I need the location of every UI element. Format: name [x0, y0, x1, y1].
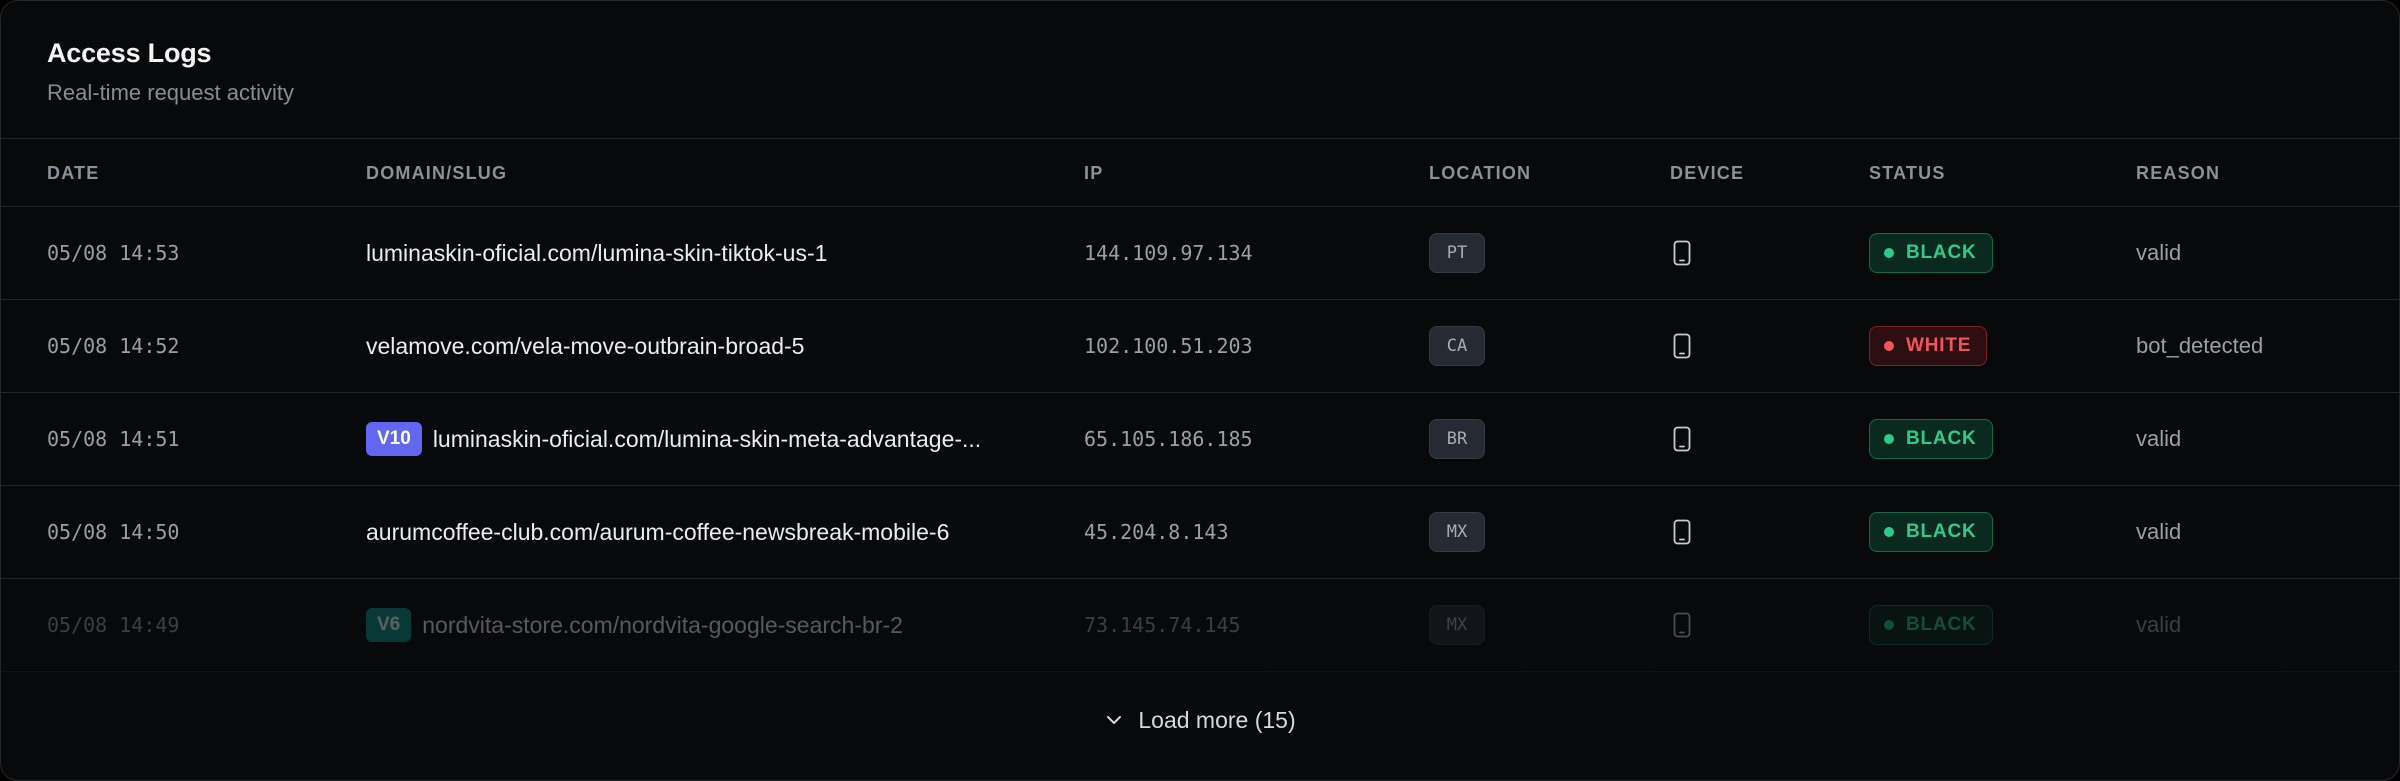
- table-row[interactable]: 05/08 14:51 V10 luminaskin-oficial.com/l…: [1, 393, 2399, 486]
- row-status-cell: BLACK: [1869, 579, 1993, 671]
- row-reason: valid: [2136, 612, 2182, 637]
- table-body: 05/08 14:53 luminaskin-oficial.com/lumin…: [1, 207, 2399, 672]
- row-domain-cell: aurumcoffee-club.com/aurum-coffee-newsbr…: [366, 486, 949, 578]
- table-row[interactable]: 05/08 14:53 luminaskin-oficial.com/lumin…: [1, 207, 2399, 300]
- table-row[interactable]: 05/08 14:52 velamove.com/vela-move-outbr…: [1, 300, 2399, 393]
- row-ip: 73.145.74.145: [1084, 613, 1241, 637]
- status-badge: BLACK: [1869, 419, 1993, 459]
- column-header-date: DATE: [47, 163, 100, 183]
- row-reason: valid: [2136, 519, 2182, 544]
- row-location-cell: MX: [1429, 579, 1485, 671]
- status-label: BLACK: [1906, 428, 1977, 449]
- row-location-cell: BR: [1429, 393, 1485, 485]
- row-domain-cell: V10 luminaskin-oficial.com/lumina-skin-m…: [366, 393, 981, 485]
- card-header: Access Logs Real-time request activity: [1, 1, 2399, 139]
- row-date: 05/08 14:49: [47, 613, 180, 637]
- row-location-cell: MX: [1429, 486, 1485, 578]
- row-device-cell: [1672, 486, 1692, 578]
- column-header-device: DEVICE: [1670, 163, 1745, 183]
- row-status-cell: WHITE: [1869, 300, 1988, 392]
- mobile-icon: [1673, 333, 1691, 359]
- row-device-cell: [1672, 300, 1692, 392]
- row-domain-cell: luminaskin-oficial.com/lumina-skin-tikto…: [366, 207, 827, 299]
- column-header-domain: DOMAIN/SLUG: [366, 163, 508, 183]
- row-domain[interactable]: velamove.com/vela-move-outbrain-broad-5: [366, 333, 804, 360]
- row-ip: 45.204.8.143: [1084, 520, 1229, 544]
- status-dot-icon: [1884, 434, 1894, 444]
- row-location-cell: PT: [1429, 207, 1485, 299]
- load-more-label: Load more (15): [1138, 706, 1296, 733]
- column-header-reason: REASON: [2136, 163, 2221, 183]
- status-badge: WHITE: [1869, 326, 1988, 366]
- row-device-cell: [1672, 579, 1692, 671]
- status-badge: BLACK: [1869, 512, 1993, 552]
- row-ip: 144.109.97.134: [1084, 241, 1253, 265]
- row-reason: valid: [2136, 426, 2182, 451]
- row-ip: 102.100.51.203: [1084, 334, 1253, 358]
- status-dot-icon: [1884, 527, 1894, 537]
- row-domain[interactable]: luminaskin-oficial.com/lumina-skin-tikto…: [366, 240, 827, 267]
- status-label: WHITE: [1906, 335, 1972, 356]
- status-dot-icon: [1884, 620, 1894, 630]
- row-domain[interactable]: luminaskin-oficial.com/lumina-skin-meta-…: [433, 426, 981, 453]
- mobile-icon: [1673, 426, 1691, 452]
- row-status-cell: BLACK: [1869, 486, 1993, 578]
- row-domain-cell: V6 nordvita-store.com/nordvita-google-se…: [366, 579, 903, 671]
- table-row[interactable]: 05/08 14:50 aurumcoffee-club.com/aurum-c…: [1, 486, 2399, 579]
- status-label: BLACK: [1906, 614, 1977, 635]
- row-device-cell: [1672, 393, 1692, 485]
- location-badge: BR: [1429, 419, 1485, 459]
- row-domain[interactable]: aurumcoffee-club.com/aurum-coffee-newsbr…: [366, 519, 949, 546]
- mobile-icon: [1673, 612, 1691, 638]
- status-label: BLACK: [1906, 521, 1977, 542]
- status-label: BLACK: [1906, 242, 1977, 263]
- status-badge: BLACK: [1869, 605, 1993, 645]
- table-header: DATE DOMAIN/SLUG IP LOCATION DEVICE STAT…: [1, 139, 2399, 207]
- row-date: 05/08 14:53: [47, 241, 180, 265]
- row-device-cell: [1672, 207, 1692, 299]
- mobile-icon: [1673, 240, 1691, 266]
- location-badge: PT: [1429, 233, 1485, 273]
- chevron-down-icon: [1107, 716, 1122, 724]
- access-logs-card: Access Logs Real-time request activity D…: [0, 0, 2400, 781]
- location-badge: MX: [1429, 605, 1485, 645]
- version-badge: V10: [366, 422, 422, 456]
- row-location-cell: CA: [1429, 300, 1485, 392]
- column-header-ip: IP: [1084, 163, 1104, 183]
- page-subtitle: Real-time request activity: [47, 80, 294, 105]
- row-reason: bot_detected: [2136, 333, 2264, 358]
- mobile-icon: [1673, 519, 1691, 545]
- column-header-status: STATUS: [1869, 163, 1946, 183]
- status-badge: BLACK: [1869, 233, 1993, 273]
- row-date: 05/08 14:51: [47, 427, 180, 451]
- row-date: 05/08 14:50: [47, 520, 180, 544]
- row-domain-cell: velamove.com/vela-move-outbrain-broad-5: [366, 300, 804, 392]
- row-status-cell: BLACK: [1869, 207, 1993, 299]
- load-more-button[interactable]: Load more (15): [1104, 706, 1296, 734]
- row-ip: 65.105.186.185: [1084, 427, 1253, 451]
- row-date: 05/08 14:52: [47, 334, 180, 358]
- version-badge: V6: [366, 608, 412, 642]
- row-reason: valid: [2136, 240, 2182, 265]
- status-dot-icon: [1884, 341, 1894, 351]
- table-row[interactable]: 05/08 14:49 V6 nordvita-store.com/nordvi…: [1, 579, 2399, 672]
- column-header-location: LOCATION: [1429, 163, 1532, 183]
- table-footer: Load more (15): [1, 672, 2399, 776]
- page-title: Access Logs: [47, 38, 212, 68]
- status-dot-icon: [1884, 248, 1894, 258]
- row-domain[interactable]: nordvita-store.com/nordvita-google-searc…: [422, 612, 903, 639]
- row-status-cell: BLACK: [1869, 393, 1993, 485]
- location-badge: CA: [1429, 326, 1485, 366]
- location-badge: MX: [1429, 512, 1485, 552]
